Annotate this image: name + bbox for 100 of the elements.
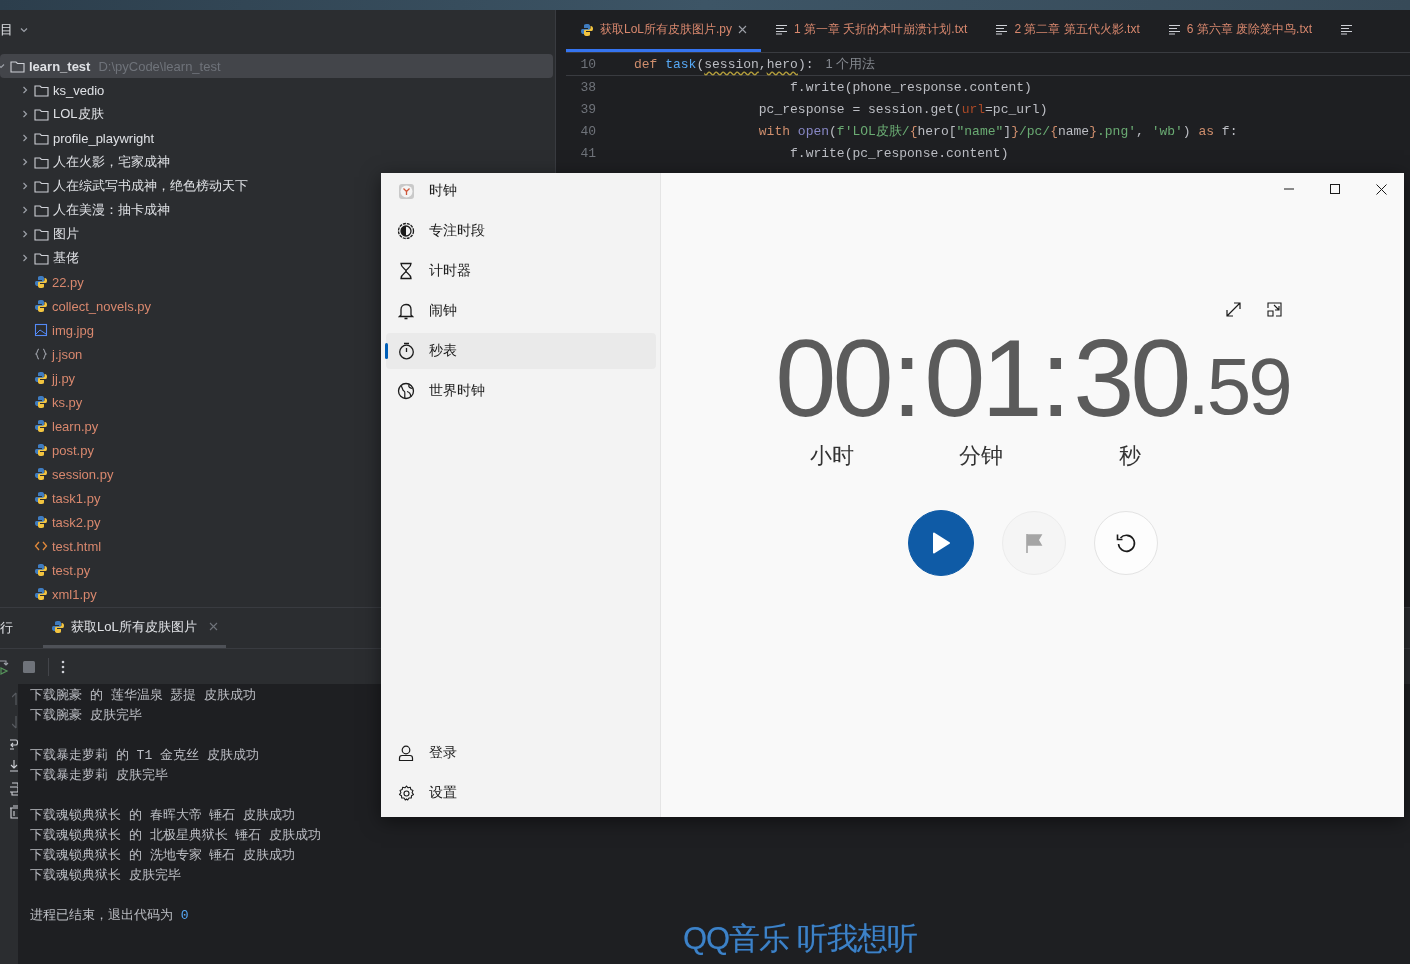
chevron-icon[interactable] xyxy=(20,85,30,95)
chevron-icon[interactable] xyxy=(19,25,29,35)
console-line: 下载魂锁典狱长 的 洗地专家 锤石 皮肤成功 xyxy=(30,847,296,865)
python-icon xyxy=(34,515,48,529)
compact-overlay-icon[interactable] xyxy=(1266,301,1282,317)
file-name[interactable]: test.py xyxy=(52,562,91,578)
file-name[interactable]: j.json xyxy=(52,346,83,362)
image-file-icon xyxy=(34,323,48,337)
file-name[interactable]: learn.py xyxy=(52,418,99,434)
panel-title[interactable]: 目 xyxy=(0,21,13,39)
file-name[interactable]: task1.py xyxy=(52,490,101,506)
wrap-icon[interactable] xyxy=(10,738,18,750)
unit-label: 小时 xyxy=(810,442,855,470)
console-line: 下载暴走萝莉 皮肤完毕 xyxy=(30,767,168,785)
nav-item[interactable]: 计时器 xyxy=(386,253,656,289)
nav-item[interactable]: 登录 xyxy=(386,735,656,771)
stopwatch-icon xyxy=(397,342,415,360)
editor-tab[interactable]: 1 第一章 夭折的木叶崩溃计划.txt xyxy=(761,10,982,52)
nav-item[interactable]: 世界时钟 xyxy=(386,373,656,409)
folder-name[interactable]: LOL皮肤 xyxy=(53,105,104,123)
folder-icon xyxy=(34,83,49,97)
file-name[interactable]: xml1.py xyxy=(52,586,97,602)
python-icon xyxy=(34,443,48,457)
rerun-icon[interactable] xyxy=(0,658,10,675)
chevron-icon[interactable] xyxy=(20,133,30,143)
line-number: 38 xyxy=(579,79,596,95)
usage-hint[interactable]: 1 个用法 xyxy=(825,55,876,73)
code-line: f.write(pc_response.content) xyxy=(789,145,1009,161)
bell-icon xyxy=(398,302,414,320)
nav-item[interactable]: 秒表 xyxy=(386,333,656,369)
file-name[interactable]: test.html xyxy=(52,538,102,554)
chevron-icon[interactable] xyxy=(20,157,30,167)
python-icon xyxy=(34,299,48,313)
folder-name[interactable]: 人在火影，宅家成神 xyxy=(53,153,170,171)
globe-icon xyxy=(397,382,415,400)
chevron-icon[interactable] xyxy=(20,109,30,119)
more-icon[interactable] xyxy=(61,659,65,674)
file-name[interactable]: collect_novels.py xyxy=(52,298,151,314)
file-name[interactable]: task2.py xyxy=(52,514,101,530)
folder-name[interactable]: 基佬 xyxy=(53,249,79,267)
chevron-icon[interactable] xyxy=(20,229,30,239)
panel-title[interactable]: 行 xyxy=(0,608,13,648)
text-file-icon xyxy=(995,24,1009,35)
braces-icon xyxy=(34,347,48,361)
nav-item[interactable]: 专注时段 xyxy=(386,213,656,249)
unit-label: 分钟 xyxy=(959,442,1004,470)
file-name[interactable]: jj.py xyxy=(52,370,76,386)
file-name[interactable]: session.py xyxy=(52,466,114,482)
editor-tab[interactable]: 6 第六章 废除笼中鸟.txt xyxy=(1153,10,1327,52)
run-tab[interactable]: 获取LoL所有皮肤图片 xyxy=(43,608,226,648)
folder-name[interactable]: ks_vedio xyxy=(53,82,105,98)
python-icon xyxy=(580,22,594,37)
nav-item[interactable]: 时钟 xyxy=(386,173,656,209)
clock-app-icon xyxy=(397,182,415,200)
focus-icon xyxy=(397,222,415,240)
download-icon[interactable] xyxy=(10,759,18,773)
line-number: 41 xyxy=(579,145,596,161)
folder-name[interactable]: 图片 xyxy=(53,225,79,243)
file-name[interactable]: img.jpg xyxy=(52,322,94,338)
console-line: 下载魂锁典狱长 的 北极星典狱长 锤石 皮肤成功 xyxy=(30,827,322,845)
close-icon[interactable] xyxy=(738,25,748,34)
chevron-icon[interactable] xyxy=(20,253,30,263)
trash-icon[interactable] xyxy=(10,805,18,819)
file-name[interactable]: ks.py xyxy=(52,394,83,410)
line-number: 39 xyxy=(579,101,596,117)
console-line: 下载魂锁典狱长 皮肤完毕 xyxy=(30,867,181,885)
code-line: with open(f'LOL皮肤/{hero["name"]}/pc/{name}.png', 'wb') as f: xyxy=(757,123,1238,140)
folder-icon xyxy=(34,227,49,241)
editor-tab[interactable]: 获取LoL所有皮肤图片.py xyxy=(566,10,762,52)
file-name[interactable]: 22.py xyxy=(52,274,84,290)
folder-name[interactable]: 人在美漫：抽卡成神 xyxy=(53,201,170,219)
time-separator: : xyxy=(1039,323,1073,433)
text-file-icon xyxy=(1167,24,1181,35)
chevron-icon[interactable] xyxy=(20,181,30,191)
file-name[interactable]: post.py xyxy=(52,442,94,458)
maximize-icon xyxy=(1330,184,1340,194)
console-line: 下载腕豪 皮肤完毕 xyxy=(30,707,142,725)
folder-icon xyxy=(34,107,49,121)
console-line: 下载暴走萝莉 的 T1 金克丝 皮肤成功 xyxy=(30,747,259,765)
folder-name[interactable]: profile_playwright xyxy=(53,130,155,146)
nav-item[interactable]: 闹钟 xyxy=(386,293,656,329)
unit-label: 秒 xyxy=(1119,442,1142,470)
python-icon xyxy=(34,395,48,409)
stop-icon[interactable] xyxy=(22,659,36,674)
folder-icon xyxy=(34,131,49,145)
python-icon xyxy=(34,419,48,433)
expand-icon[interactable] xyxy=(1225,301,1241,317)
editor-tab[interactable]: 2 第二章 第五代火影.txt xyxy=(981,10,1154,52)
folder-icon xyxy=(34,179,49,193)
nav-item[interactable]: 设置 xyxy=(386,775,656,811)
desktop-lyrics: QQ音乐 听我想听 xyxy=(683,920,917,958)
text-file-icon xyxy=(1340,24,1354,35)
console-line: 下载魂锁典狱长 的 春晖大帝 锤石 皮肤成功 xyxy=(30,807,296,825)
folder-icon xyxy=(34,155,49,169)
python-icon xyxy=(34,275,48,289)
chevron-icon[interactable] xyxy=(20,205,30,215)
print-icon[interactable] xyxy=(10,782,18,796)
close-icon[interactable] xyxy=(208,622,218,631)
folder-name[interactable]: 人在综武写书成神，绝色榜动天下 xyxy=(53,177,248,195)
code-line: def task(session,hero): xyxy=(634,56,814,72)
